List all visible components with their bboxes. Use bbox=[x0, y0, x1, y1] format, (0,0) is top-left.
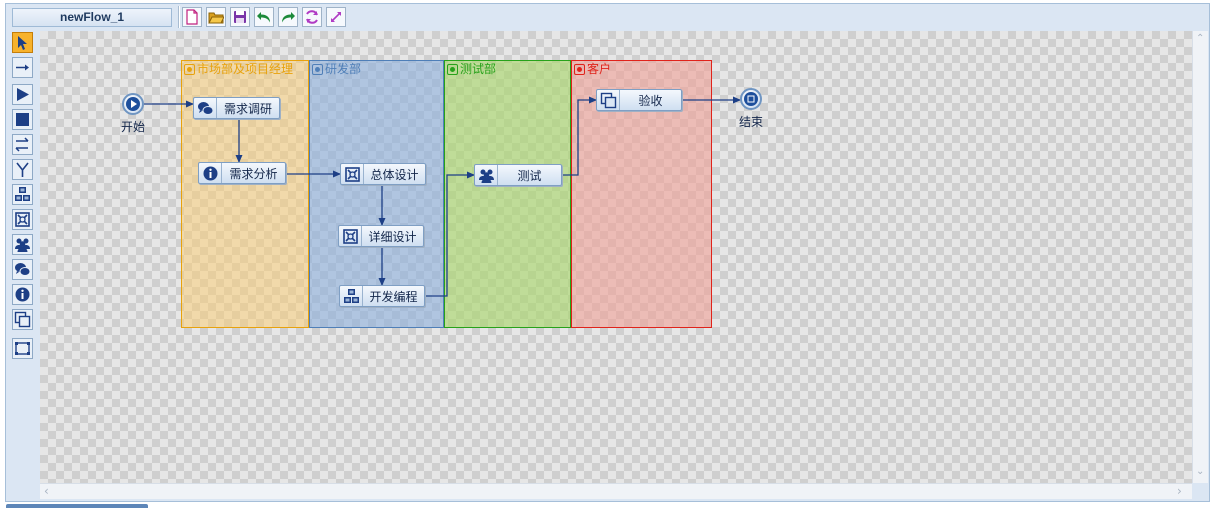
task-icon bbox=[15, 212, 30, 227]
node-label: 验收 bbox=[619, 90, 681, 110]
subflow-icon bbox=[15, 187, 30, 201]
end-label: 结束 bbox=[739, 115, 764, 129]
start-node-icon bbox=[17, 88, 29, 101]
redo-icon bbox=[282, 12, 295, 23]
node-overall-design[interactable]: 总体设计 bbox=[340, 163, 426, 185]
node-testing[interactable]: 测试 bbox=[474, 164, 562, 186]
refresh-button[interactable] bbox=[302, 7, 322, 27]
node-label: 总体设计 bbox=[363, 164, 425, 184]
start-label: 开始 bbox=[121, 120, 146, 134]
select-tool[interactable] bbox=[12, 32, 33, 53]
end-node-icon bbox=[16, 113, 29, 126]
node-requirement-research[interactable]: 需求调研 bbox=[193, 97, 280, 119]
scroll-right-icon[interactable]: › bbox=[1177, 485, 1182, 497]
users-tool[interactable] bbox=[12, 234, 33, 255]
subflow-icon bbox=[344, 289, 359, 303]
scroll-down-icon[interactable]: ⌄ bbox=[1196, 467, 1204, 477]
discussion-icon bbox=[198, 102, 214, 115]
info-icon bbox=[203, 166, 218, 181]
redo-button[interactable] bbox=[278, 7, 298, 27]
vertical-scrollbar[interactable]: ⌃ ⌄ bbox=[1192, 31, 1208, 483]
node-label: 需求调研 bbox=[216, 98, 279, 118]
flow-canvas[interactable]: 市场部及项目经理 研发部 测试部 客户 开始 结束 需求调研 需求分析 总体设计… bbox=[40, 31, 1192, 483]
info-tool[interactable] bbox=[12, 284, 33, 305]
node-acceptance[interactable]: 验收 bbox=[596, 89, 682, 111]
play-icon bbox=[126, 97, 140, 111]
toolbar-separator bbox=[178, 6, 180, 28]
copy-icon bbox=[14, 311, 31, 328]
container-tool[interactable] bbox=[12, 338, 33, 359]
end-node[interactable] bbox=[740, 88, 762, 110]
discussion-icon bbox=[15, 263, 31, 276]
flow-name-tab[interactable]: newFlow_1 bbox=[12, 8, 172, 27]
open-button[interactable] bbox=[206, 7, 226, 27]
container-icon bbox=[15, 342, 30, 355]
node-detailed-design[interactable]: 详细设计 bbox=[338, 225, 424, 247]
fullscreen-button[interactable] bbox=[326, 7, 346, 27]
task-icon bbox=[345, 167, 360, 182]
horizontal-scrollbar[interactable]: ‹ › bbox=[40, 483, 1192, 499]
node-development[interactable]: 开发编程 bbox=[339, 285, 425, 307]
task-icon bbox=[343, 229, 358, 244]
transition-arrow-icon bbox=[16, 64, 29, 71]
stop-icon bbox=[744, 92, 758, 106]
bottom-tab-indicator[interactable] bbox=[6, 504, 148, 508]
copy-tool[interactable] bbox=[12, 309, 33, 330]
start-node[interactable] bbox=[122, 93, 144, 115]
discussion-tool[interactable] bbox=[12, 259, 33, 280]
connector-coding-to-testing[interactable] bbox=[425, 171, 475, 297]
select-pointer-icon bbox=[18, 36, 27, 50]
node-requirement-analysis[interactable]: 需求分析 bbox=[198, 162, 286, 184]
start-node-tool[interactable] bbox=[12, 84, 33, 105]
scroll-left-icon[interactable]: ‹ bbox=[44, 485, 49, 497]
undo-button[interactable] bbox=[254, 7, 274, 27]
undo-icon bbox=[257, 12, 270, 23]
fork-join-tool[interactable] bbox=[12, 134, 33, 155]
node-label: 需求分析 bbox=[221, 163, 285, 183]
transition-tool[interactable] bbox=[12, 57, 33, 78]
node-label: 测试 bbox=[497, 165, 561, 185]
refresh-icon bbox=[306, 10, 318, 24]
info-icon bbox=[15, 287, 30, 302]
connector-testing-to-acceptance[interactable] bbox=[562, 96, 597, 176]
save-button[interactable] bbox=[230, 7, 250, 27]
branch-icon bbox=[16, 162, 29, 177]
task-tool[interactable] bbox=[12, 209, 33, 230]
branch-tool[interactable] bbox=[12, 159, 33, 180]
node-label: 开发编程 bbox=[362, 286, 424, 306]
copy-icon bbox=[600, 92, 617, 109]
users-icon bbox=[479, 169, 494, 183]
fullscreen-icon bbox=[331, 12, 341, 22]
node-label: 详细设计 bbox=[361, 226, 423, 246]
fork-join-icon bbox=[15, 137, 29, 152]
subflow-tool[interactable] bbox=[12, 184, 33, 205]
scroll-up-icon[interactable]: ⌃ bbox=[1196, 34, 1204, 44]
end-node-tool[interactable] bbox=[12, 109, 33, 130]
new-file-button[interactable] bbox=[182, 7, 202, 27]
save-icon bbox=[234, 11, 246, 23]
new-file-icon bbox=[186, 9, 198, 25]
users-icon bbox=[15, 238, 30, 252]
open-folder-icon bbox=[208, 12, 224, 24]
